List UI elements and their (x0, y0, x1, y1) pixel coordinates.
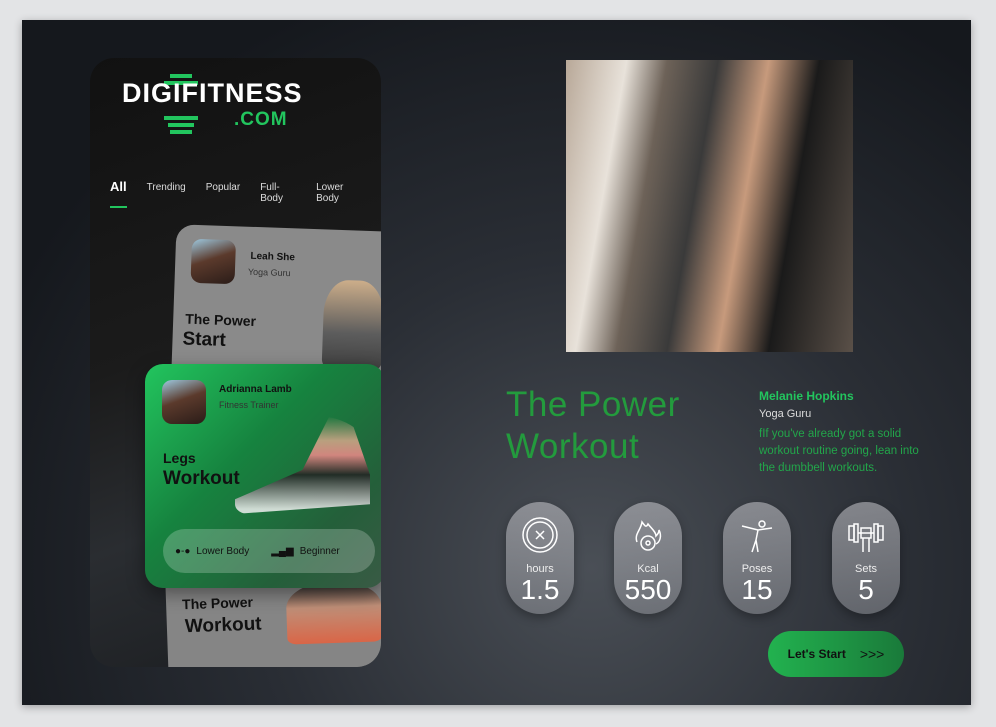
tab-trending[interactable]: Trending (147, 182, 186, 208)
dumbbell-icon: ●-● (175, 545, 191, 557)
tag-level: Beginner (299, 545, 340, 557)
clock-icon (522, 517, 558, 553)
trainer-role: Fitness Trainer (219, 400, 279, 410)
card-subtitle: Workout (184, 613, 262, 638)
stat-kcal: Kcal 550 (614, 502, 682, 614)
lets-start-button[interactable]: Let's Start >>> (768, 631, 904, 677)
card-subtitle: Start (182, 328, 227, 351)
workout-card-power-workout[interactable]: The Power Workout (165, 579, 381, 667)
brand-name: DIGIFITNESS (122, 78, 303, 108)
tab-all[interactable]: All (110, 179, 127, 208)
category-tabs: All Trending Popular Full-Body Lower Bod… (110, 179, 381, 208)
trainer-name: Melanie Hopkins (759, 389, 854, 403)
trainer-name: Leah She (250, 250, 296, 264)
workout-card-legs[interactable]: Adrianna Lamb Fitness Trainer Legs Worko… (145, 364, 381, 588)
workout-description: fIf you've already got a solid workout r… (759, 428, 919, 474)
brand-domain: .COM (234, 109, 288, 130)
title-line2: Workout (506, 427, 640, 466)
fire-icon (635, 520, 662, 551)
stat-poses: Poses 15 (723, 502, 791, 614)
athlete-image (235, 416, 370, 514)
stat-value: 550 (624, 574, 672, 605)
logo: DIGIFITNESS .COM (122, 74, 302, 136)
avatar (162, 380, 206, 424)
phone-mockup: DIGIFITNESS .COM All Trending Popular Fu… (90, 58, 381, 667)
level-bars-icon: ▂▄▆ (271, 545, 294, 557)
trainer-role: Yoga Guru (247, 266, 291, 279)
yoga-pose-icon (741, 520, 773, 553)
stat-sets: Sets 5 (832, 502, 900, 614)
tab-full-body[interactable]: Full-Body (260, 182, 296, 208)
card-subtitle: Workout (163, 468, 240, 489)
button-label: Let's Start (787, 647, 846, 661)
trainer-name: Adrianna Lamb (219, 384, 292, 395)
tag-body-part: Lower Body (196, 545, 250, 557)
canvas: DIGIFITNESS .COM All Trending Popular Fu… (22, 20, 971, 705)
stat-value: 15 (741, 574, 773, 605)
athlete-image (321, 279, 381, 370)
trainer-role: Yoga Guru (759, 408, 812, 420)
card-title: The Power (181, 593, 254, 613)
dumbbell-icon (848, 523, 884, 552)
workout-title: The Power Workout (506, 384, 680, 468)
title-line1: The Power (506, 385, 680, 424)
card-title: The Power (184, 310, 257, 330)
stat-hours: hours 1.5 (506, 502, 574, 614)
hero-photo (566, 60, 853, 352)
chevrons-right-icon: >>> (859, 646, 885, 662)
tab-popular[interactable]: Popular (206, 182, 240, 208)
card-title: Legs (163, 450, 196, 466)
stat-value: 5 (858, 574, 874, 605)
athlete-image (285, 581, 381, 645)
tab-lower-body[interactable]: Lower Body (316, 182, 361, 208)
stat-value: 1.5 (520, 574, 560, 605)
avatar (190, 238, 237, 285)
workout-tags: ●-● Lower Body ▂▄▆ Beginner (163, 529, 375, 573)
workout-card-power-start[interactable]: Leah She Yoga Guru The Power Start (171, 224, 381, 374)
